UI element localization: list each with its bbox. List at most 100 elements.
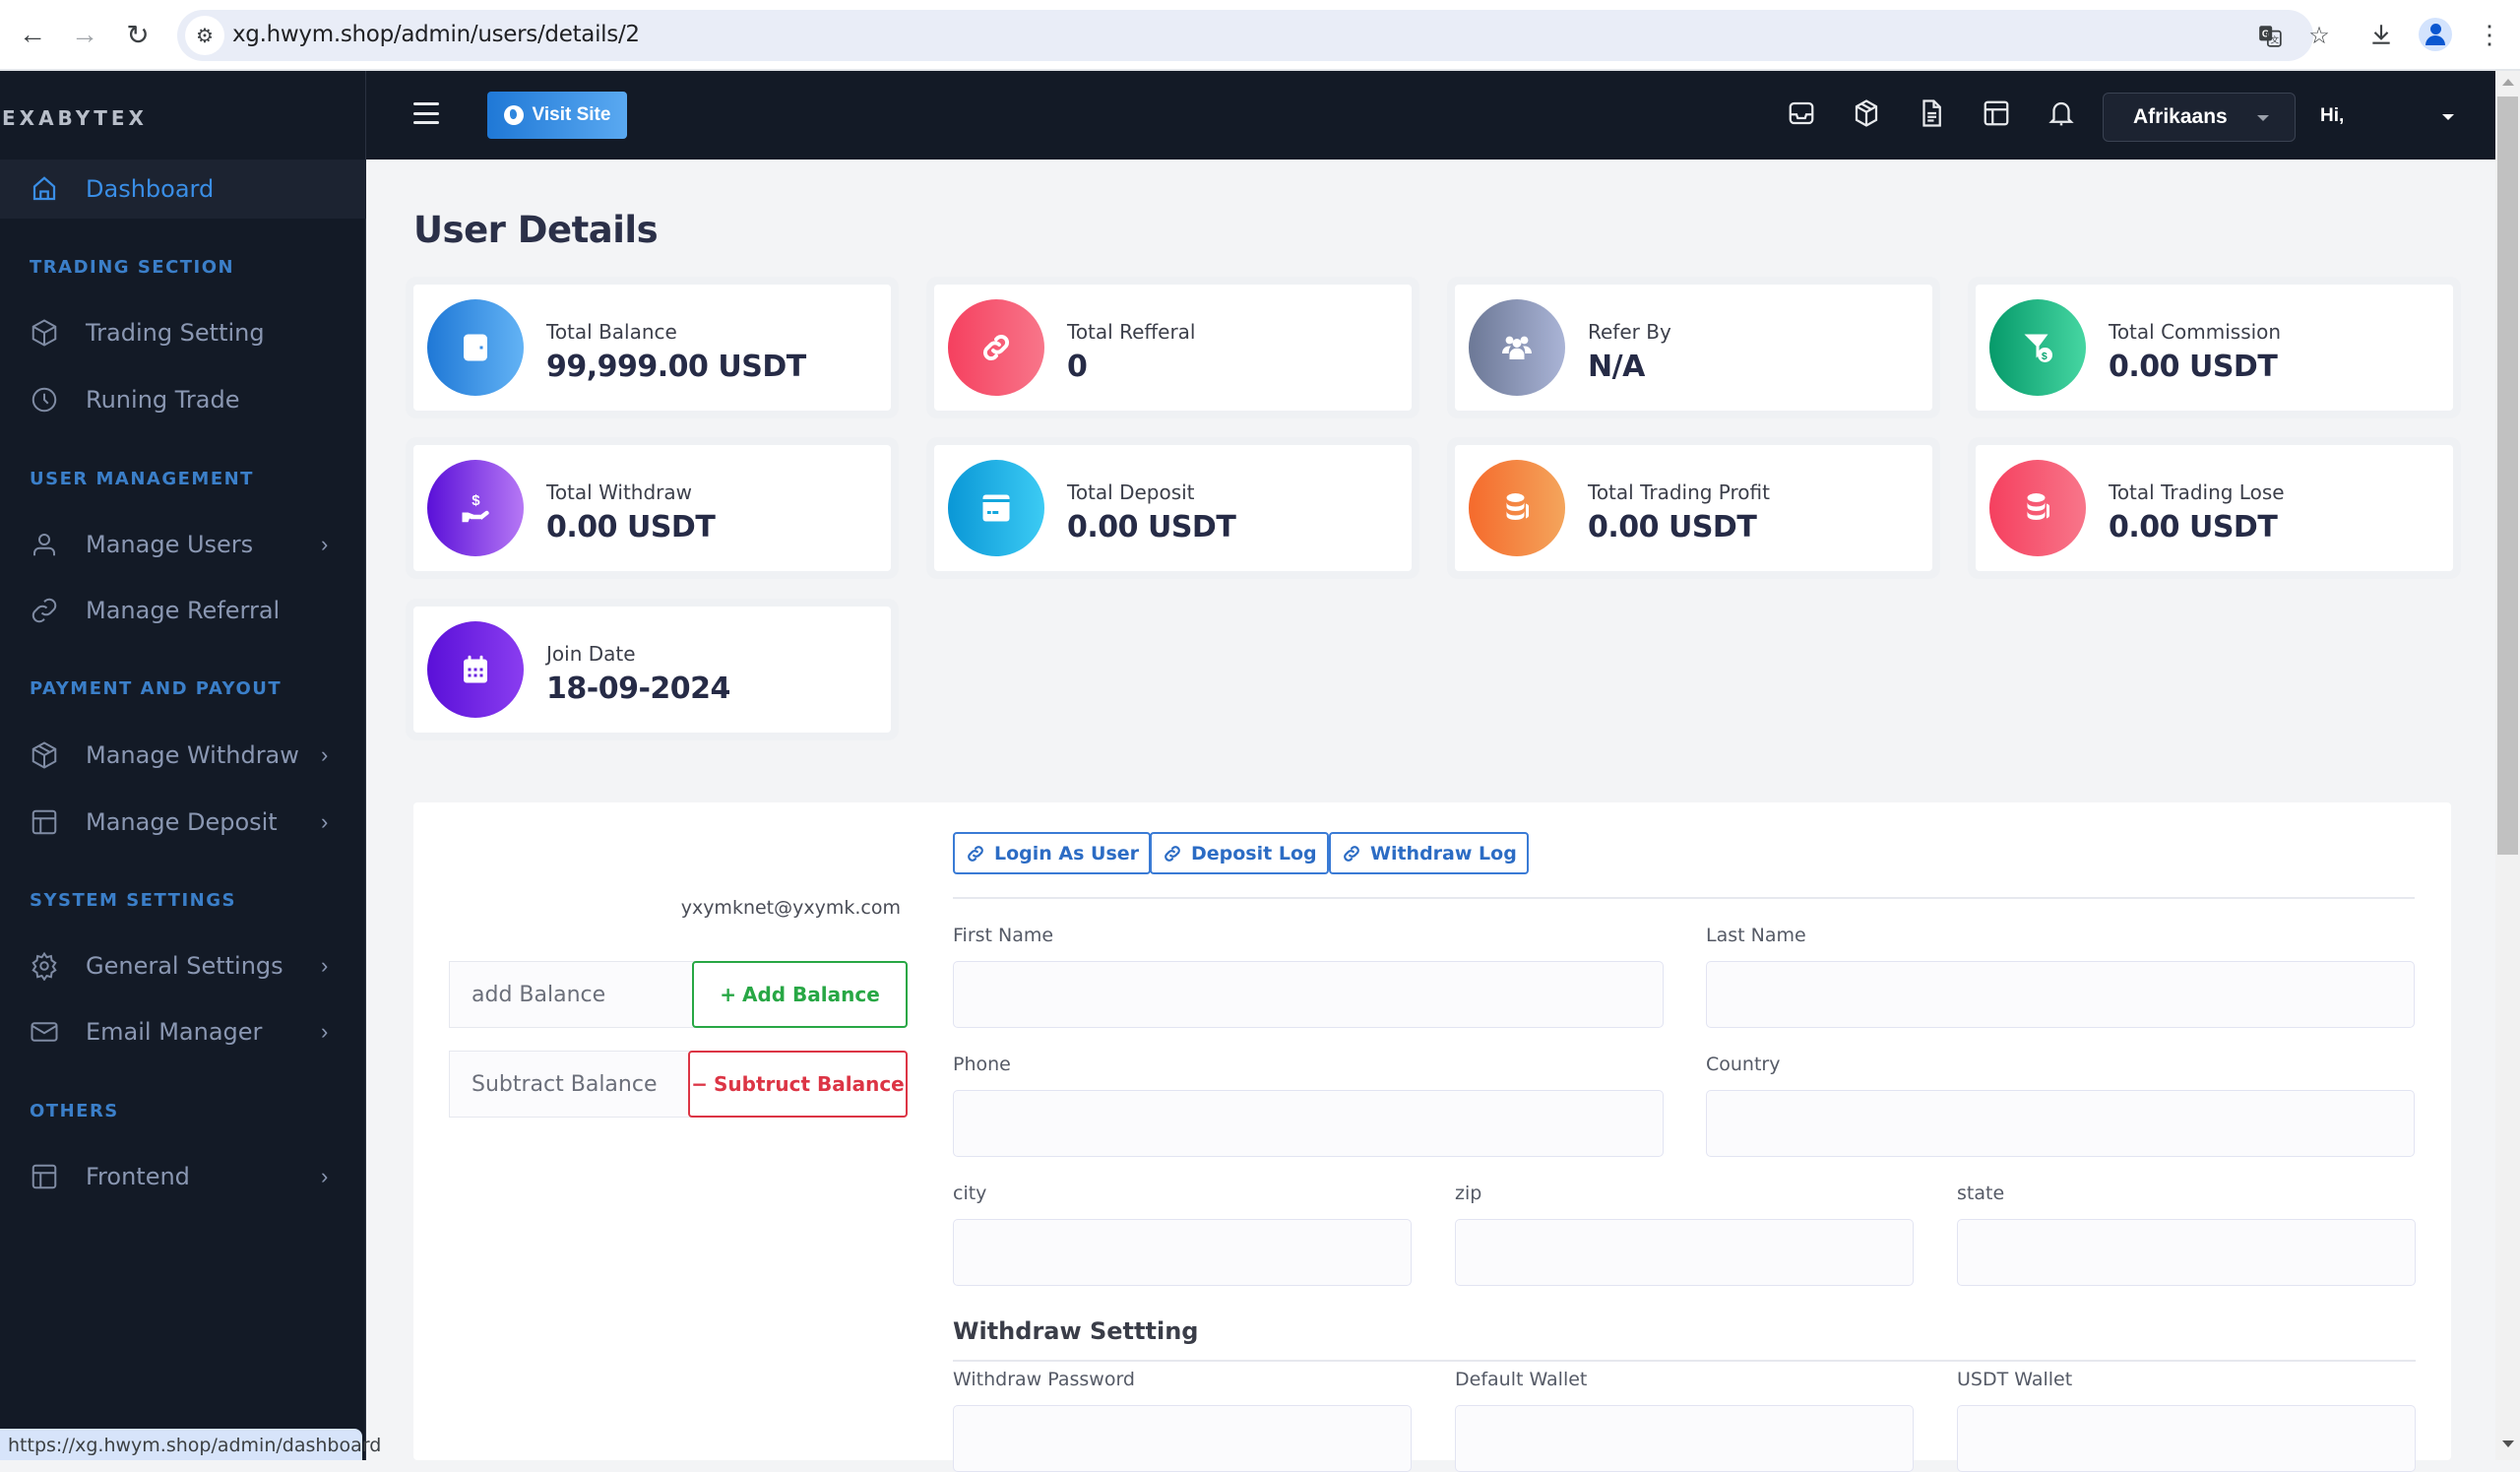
phone-input[interactable] <box>953 1090 1664 1157</box>
stat-value: 0.00 USDT <box>2109 510 2278 544</box>
first-name-input[interactable] <box>953 961 1664 1028</box>
language-select[interactable]: Afrikaans <box>2103 93 2296 142</box>
forward-button[interactable]: → <box>66 16 103 53</box>
gear-icon <box>30 951 59 982</box>
add-balance-input[interactable]: add Balance <box>449 961 695 1028</box>
sidebar-section-trading: TRADING SECTION <box>30 257 235 278</box>
login-as-user-button[interactable]: Login As User <box>953 832 1152 874</box>
add-balance-label: Add Balance <box>741 983 880 1006</box>
sidebar-item-label: Dashboard <box>86 175 215 203</box>
calendar-icon <box>427 621 524 718</box>
sidebar-item-label: Frontend <box>86 1163 190 1190</box>
stat-label: Join Date <box>546 642 636 666</box>
login-as-user-label: Login As User <box>994 842 1140 864</box>
visit-site-button[interactable]: Visit Site <box>487 92 627 139</box>
chevron-right-icon: › <box>321 1019 329 1044</box>
sidebar-item-manage-users[interactable]: Manage Users › <box>0 517 366 572</box>
mail-icon <box>30 1017 59 1047</box>
package-icon[interactable] <box>1852 98 1885 132</box>
reload-button[interactable]: ↻ <box>119 16 157 53</box>
page-scrollbar[interactable] <box>2495 71 2520 1460</box>
sidebar-item-email-manager[interactable]: Email Manager › <box>0 1004 366 1059</box>
stat-value: 99,999.00 USDT <box>546 350 806 384</box>
browser-menu-icon[interactable]: ⋮ <box>2471 16 2508 53</box>
chevron-right-icon: › <box>321 953 329 978</box>
sidebar-item-label: Trading Setting <box>86 319 265 347</box>
sidebar-item-general-settings[interactable]: General Settings › <box>0 938 366 993</box>
user-greeting[interactable]: Hi, <box>2320 105 2344 127</box>
stat-value: 0.00 USDT <box>1588 510 1757 544</box>
stat-value: N/A <box>1588 350 1645 384</box>
bell-icon[interactable] <box>2047 98 2080 132</box>
coins-icon <box>1989 460 2086 556</box>
address-bar[interactable]: ⚙ xg.hwym.shop/admin/users/details/2 G文 … <box>177 10 2330 61</box>
translate-icon[interactable]: G文 <box>2254 20 2286 51</box>
subtract-balance-button[interactable]: − Subtruct Balance <box>688 1051 908 1118</box>
stat-card-total-balance: Total Balance 99,999.00 USDT <box>413 285 891 411</box>
subtract-balance-input[interactable]: Subtract Balance <box>449 1051 693 1118</box>
stat-label: Total Balance <box>546 320 677 344</box>
zip-input[interactable] <box>1455 1219 1914 1286</box>
sidebar-item-dashboard[interactable]: Dashboard <box>0 161 366 217</box>
user-email: yxymknet@yxymk.com <box>680 897 901 919</box>
stat-card-join-date: Join Date 18-09-2024 <box>413 607 891 733</box>
deposit-log-button[interactable]: Deposit Log <box>1150 832 1329 874</box>
stat-label: Refer By <box>1588 320 1671 344</box>
chevron-down-icon <box>2257 115 2269 121</box>
sidebar-item-frontend[interactable]: Frontend › <box>0 1149 366 1204</box>
stat-value: 0.00 USDT <box>1067 510 1236 544</box>
last-name-label: Last Name <box>1706 925 1806 946</box>
withdraw-password-input[interactable] <box>953 1405 1412 1472</box>
sidebar-item-manage-withdraw[interactable]: Manage Withdraw › <box>0 728 366 783</box>
clock-icon <box>30 385 59 415</box>
withdraw-log-button[interactable]: Withdraw Log <box>1329 832 1529 874</box>
table-icon[interactable] <box>1982 98 2015 132</box>
scroll-up-arrow[interactable] <box>2502 79 2514 86</box>
scroll-thumb[interactable] <box>2497 96 2518 855</box>
brand-logo[interactable]: EXABYTEX <box>2 106 148 130</box>
url-text[interactable]: xg.hwym.shop/admin/users/details/2 <box>232 22 640 47</box>
sidebar-item-label: Runing Trade <box>86 386 240 414</box>
user-icon <box>30 530 59 559</box>
stat-card-total-trading-lose: Total Trading Lose 0.00 USDT <box>1976 445 2453 571</box>
stat-card-total-trading-profit: Total Trading Profit 0.00 USDT <box>1455 445 1932 571</box>
document-icon[interactable] <box>1917 98 1950 132</box>
sidebar-section-others: OTHERS <box>30 1101 119 1121</box>
home-icon <box>30 174 59 204</box>
state-input[interactable] <box>1957 1219 2416 1286</box>
user-menu-chevron-icon[interactable] <box>2442 114 2454 120</box>
menu-toggle-icon[interactable] <box>413 102 439 124</box>
back-button[interactable]: ← <box>14 16 51 53</box>
withdraw-log-label: Withdraw Log <box>1370 842 1517 864</box>
state-label: state <box>1957 1183 2005 1204</box>
city-input[interactable] <box>953 1219 1412 1286</box>
last-name-input[interactable] <box>1706 961 2415 1028</box>
country-input[interactable] <box>1706 1090 2415 1157</box>
download-icon[interactable] <box>2362 16 2400 53</box>
divider <box>953 1360 2416 1362</box>
scroll-down-arrow[interactable] <box>2502 1440 2514 1447</box>
sidebar-section-system-settings: SYSTEM SETTINGS <box>30 890 236 911</box>
visit-site-label: Visit Site <box>532 104 611 125</box>
bookmark-star-icon[interactable]: ☆ <box>2303 20 2335 51</box>
page-title: User Details <box>413 209 659 251</box>
profile-avatar[interactable] <box>2417 16 2454 53</box>
usdt-wallet-input[interactable] <box>1957 1405 2416 1472</box>
inbox-icon[interactable] <box>1787 98 1820 132</box>
withdraw-password-label: Withdraw Password <box>953 1369 1135 1390</box>
deposit-log-label: Deposit Log <box>1191 842 1317 864</box>
wallet-icon <box>427 299 524 396</box>
site-info-icon[interactable]: ⚙ <box>185 16 224 55</box>
sidebar-item-running-trade[interactable]: Runing Trade <box>0 372 366 427</box>
stat-card-total-commission: $ Total Commission 0.00 USDT <box>1976 285 2453 411</box>
sidebar-item-trading-setting[interactable]: Trading Setting <box>0 305 366 360</box>
link-icon <box>1165 845 1180 862</box>
chevron-right-icon: › <box>321 742 329 767</box>
sidebar-item-manage-referral[interactable]: Manage Referral <box>0 583 366 638</box>
stat-value: 0 <box>1067 350 1088 384</box>
sidebar-item-manage-deposit[interactable]: Manage Deposit › <box>0 795 366 850</box>
svg-text:文: 文 <box>2271 34 2280 45</box>
box-icon <box>30 740 59 770</box>
default-wallet-input[interactable] <box>1455 1405 1914 1472</box>
add-balance-button[interactable]: + Add Balance <box>692 961 908 1028</box>
